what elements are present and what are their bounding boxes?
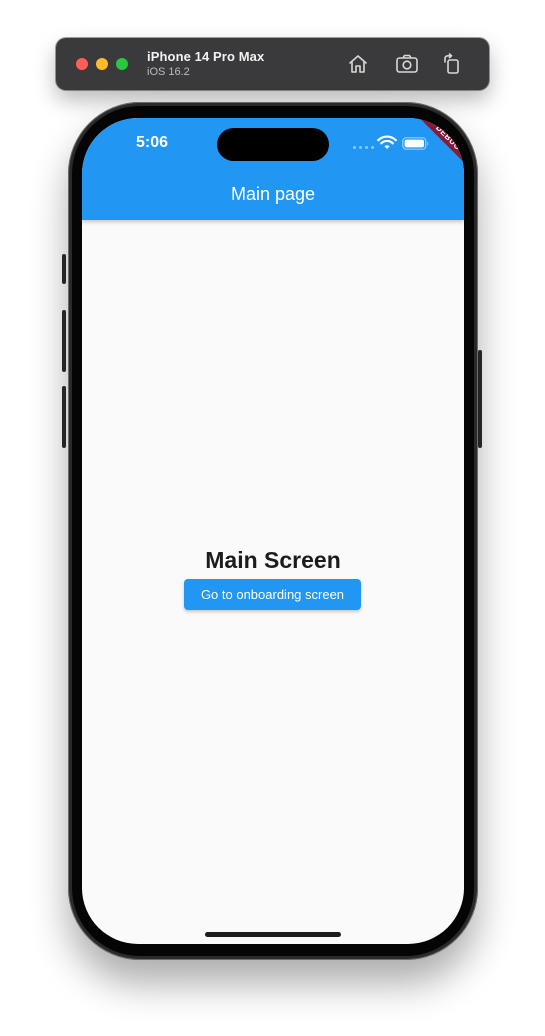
status-time: 5:06 xyxy=(136,134,169,151)
device-name: iPhone 14 Pro Max xyxy=(147,49,265,64)
window-zoom-button[interactable] xyxy=(116,58,128,70)
volume-up-button xyxy=(62,310,66,372)
page: iPhone 14 Pro Max iOS 16.2 5:06 Main pag… xyxy=(0,0,545,1036)
simulator-toolbar: iPhone 14 Pro Max iOS 16.2 xyxy=(56,38,489,90)
page-title: Main page xyxy=(230,184,316,204)
debug-label: DEBUG xyxy=(414,118,464,172)
wifi-icon xyxy=(377,135,397,149)
main-heading: Main Screen xyxy=(205,547,341,573)
screenshot-icon xyxy=(396,54,418,73)
rotate-button[interactable] xyxy=(440,52,464,76)
os-version: iOS 16.2 xyxy=(147,66,190,78)
volume-down-button xyxy=(62,386,66,448)
home-button[interactable] xyxy=(346,52,370,76)
home-indicator[interactable] xyxy=(205,932,341,937)
debug-banner: DEBUG xyxy=(400,118,464,182)
window-close-button[interactable] xyxy=(76,58,88,70)
phone-screen: 5:06 Main page DEBUG Main Screen Go to o… xyxy=(82,118,464,944)
power-button xyxy=(478,350,482,448)
window-minimize-button[interactable] xyxy=(96,58,108,70)
main-content: Main Screen Go to onboarding screen xyxy=(82,220,464,944)
home-icon xyxy=(349,55,367,73)
cellular-signal-icon xyxy=(353,146,374,149)
go-to-onboarding-button[interactable]: Go to onboarding screen xyxy=(184,579,361,610)
action-button xyxy=(62,254,66,284)
dynamic-island xyxy=(217,128,329,161)
rotate-icon xyxy=(444,53,459,74)
screenshot-button[interactable] xyxy=(395,52,419,76)
